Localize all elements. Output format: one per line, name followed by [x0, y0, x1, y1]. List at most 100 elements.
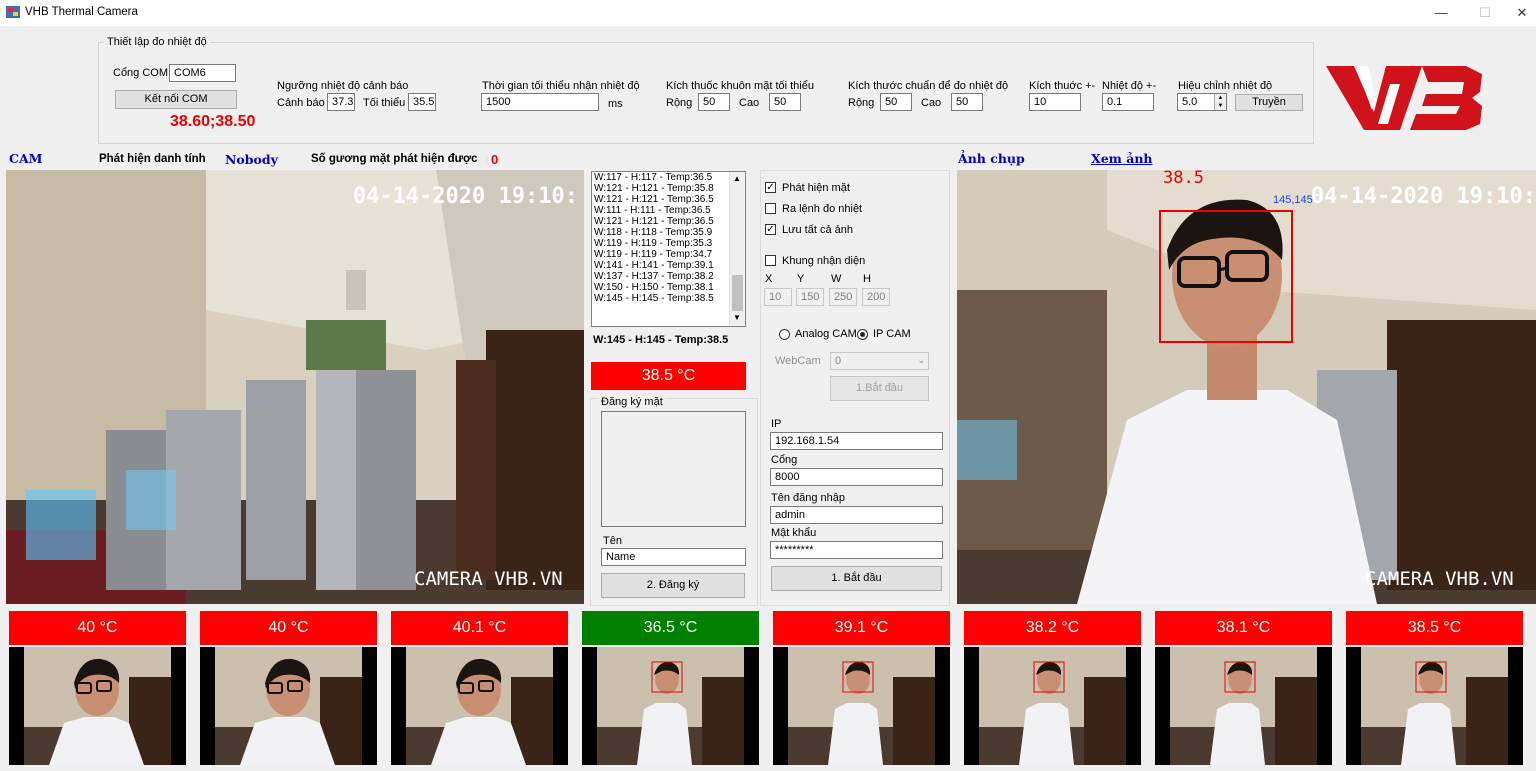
- com-port-field[interactable]: COM6: [169, 64, 236, 82]
- history-temp-banner: 38.5 °C: [1346, 611, 1523, 645]
- username-field[interactable]: admin: [770, 506, 943, 524]
- live-camera-scene: [6, 170, 584, 604]
- scroll-down-icon[interactable]: ▼: [733, 313, 741, 322]
- history-thumbnail-scene: [597, 647, 744, 765]
- frame-w-field[interactable]: 250: [829, 288, 857, 306]
- spinner-arrows-icon[interactable]: ▲ ▼: [1214, 94, 1226, 110]
- start-webcam-button[interactable]: 1.Bắt đầu: [830, 376, 929, 401]
- log-entry[interactable]: W:119 - H:119 - Temp:34.7: [592, 249, 745, 260]
- title-bar: VHB Thermal Camera — ☐ ✕: [0, 0, 1536, 26]
- adjust-value: 5.0: [1182, 96, 1198, 108]
- snapshot-box-label: 145,145: [1273, 194, 1313, 206]
- faces-count-value: 0: [491, 152, 499, 167]
- history-temp-banner: 39.1 °C: [773, 611, 950, 645]
- start-ipcam-button[interactable]: 1. Bắt đầu: [771, 566, 942, 591]
- frame-h-field[interactable]: 200: [862, 288, 890, 306]
- history-thumbnail[interactable]: [391, 647, 568, 765]
- com-reading: 38.60;38.50: [170, 113, 256, 130]
- password-label: Mật khẩu: [771, 527, 817, 539]
- snapshot-label: Ảnh chụp: [958, 151, 1025, 166]
- log-entry[interactable]: W:121 - H:121 - Temp:35.8: [592, 183, 745, 194]
- temp-tolerance-field[interactable]: 0.1: [1102, 93, 1154, 111]
- minimize-button[interactable]: —: [1419, 2, 1463, 24]
- view-images-link[interactable]: Xem ảnh: [1091, 151, 1153, 166]
- log-entry[interactable]: W:118 - H:118 - Temp:35.9: [592, 227, 745, 238]
- history-thumbnail[interactable]: [1346, 647, 1523, 765]
- log-entry[interactable]: W:145 - H:145 - Temp:38.5: [592, 293, 745, 304]
- register-button[interactable]: 2. Đăng ký: [601, 573, 745, 598]
- warn-label: Cảnh báo: [277, 97, 325, 109]
- history-thumbnail-scene: [1170, 647, 1317, 765]
- face-width-field[interactable]: 50: [698, 93, 730, 111]
- history-thumbnail[interactable]: [9, 647, 186, 765]
- log-lines: W:117 - H:117 - Temp:36.5 W:121 - H:121 -…: [592, 172, 745, 304]
- face-height-field[interactable]: 50: [769, 93, 801, 111]
- window-title: VHB Thermal Camera: [25, 6, 138, 18]
- log-entry[interactable]: W:117 - H:117 - Temp:36.5: [592, 172, 745, 183]
- warn-threshold-field[interactable]: 37.3: [327, 93, 355, 111]
- detect-face-checkbox[interactable]: ✓: [765, 182, 776, 193]
- webcam-label: WebCam: [775, 355, 821, 367]
- name-field[interactable]: Name: [601, 548, 746, 566]
- history-thumbnail-scene: [24, 647, 171, 765]
- adjust-spinner[interactable]: 5.0 ▲ ▼: [1177, 93, 1227, 111]
- temperature-log-list[interactable]: W:117 - H:117 - Temp:36.5 W:121 - H:121 -…: [591, 171, 746, 327]
- log-entry[interactable]: W:119 - H:119 - Temp:35.3: [592, 238, 745, 249]
- snapshot-temp-overlay: 38.5: [1163, 170, 1204, 188]
- live-watermark: CAMERA VHB.VN: [414, 568, 563, 590]
- history-thumbnail[interactable]: [200, 647, 377, 765]
- close-button[interactable]: ✕: [1500, 2, 1536, 24]
- settings-group-title: Thiết lập đo nhiệt độ: [104, 36, 210, 48]
- time-field[interactable]: 1500: [481, 93, 599, 111]
- log-entry[interactable]: W:141 - H:141 - Temp:39.1: [592, 260, 745, 271]
- time-unit: ms: [608, 98, 623, 110]
- snapshot-timestamp: 04-14-2020 19:10:: [1310, 184, 1536, 209]
- analog-cam-radio[interactable]: [779, 329, 790, 340]
- live-camera-view: 04-14-2020 19:10: CAMERA VHB.VN: [6, 170, 584, 604]
- adjust-title: Hiệu chỉnh nhiệt độ: [1178, 80, 1273, 92]
- scroll-up-icon[interactable]: ▲: [733, 174, 741, 183]
- history-thumbnail-scene: [215, 647, 362, 765]
- webcam-select[interactable]: 0 ⌄: [830, 352, 929, 370]
- port-field[interactable]: 8000: [770, 468, 943, 486]
- measure-cmd-checkbox[interactable]: [765, 203, 776, 214]
- log-entry[interactable]: W:111 - H:111 - Temp:36.5: [592, 205, 745, 216]
- cam-label: CAM: [9, 151, 43, 166]
- std-height-field[interactable]: 50: [951, 93, 983, 111]
- frame-checkbox[interactable]: [765, 255, 776, 266]
- save-all-label: Lưu tất cả ảnh: [782, 224, 853, 236]
- size-tolerance-title: Kích thuớc +-: [1029, 80, 1096, 92]
- history-thumbnail[interactable]: [773, 647, 950, 765]
- history-thumbnail-scene: [788, 647, 935, 765]
- save-all-checkbox[interactable]: ✓: [765, 224, 776, 235]
- chevron-down-icon: ⌄: [917, 355, 925, 365]
- scroll-thumb[interactable]: [732, 275, 743, 311]
- log-scrollbar[interactable]: ▲ ▼: [729, 172, 745, 326]
- history-thumbnail[interactable]: [964, 647, 1141, 765]
- log-entry[interactable]: W:137 - H:137 - Temp:38.2: [592, 271, 745, 282]
- live-timestamp: 04-14-2020 19:10:: [352, 184, 578, 209]
- frame-x-label: X: [765, 273, 773, 285]
- history-thumbnail[interactable]: [1155, 647, 1332, 765]
- log-entry[interactable]: W:121 - H:121 - Temp:36.5: [592, 216, 745, 227]
- std-size-title: Kích thước chuẩn để đo nhiệt độ: [848, 80, 1009, 92]
- app-icon: [6, 6, 20, 18]
- frame-h-label: H: [863, 273, 871, 285]
- min-threshold-field[interactable]: 35.5: [408, 93, 436, 111]
- frame-y-field[interactable]: 150: [796, 288, 824, 306]
- history-thumbnail[interactable]: [582, 647, 759, 765]
- ip-field[interactable]: 192.168.1.54: [770, 432, 943, 450]
- name-label: Tên: [603, 535, 622, 547]
- log-entry[interactable]: W:121 - H:121 - Temp:36.5: [592, 194, 745, 205]
- std-width-field[interactable]: 50: [880, 93, 912, 111]
- send-button[interactable]: Truyền: [1235, 94, 1303, 111]
- password-field[interactable]: *********: [770, 541, 943, 559]
- size-tolerance-field[interactable]: 10: [1029, 93, 1081, 111]
- min-label: Tối thiểu: [363, 97, 406, 109]
- connect-com-button[interactable]: Kết nối COM: [115, 90, 237, 109]
- frame-x-field[interactable]: 10: [764, 288, 792, 306]
- face-preview-box: [601, 411, 746, 527]
- log-entry[interactable]: W:150 - H:150 - Temp:38.1: [592, 282, 745, 293]
- ip-cam-radio[interactable]: [857, 329, 868, 340]
- history-temp-banner: 40 °C: [9, 611, 186, 645]
